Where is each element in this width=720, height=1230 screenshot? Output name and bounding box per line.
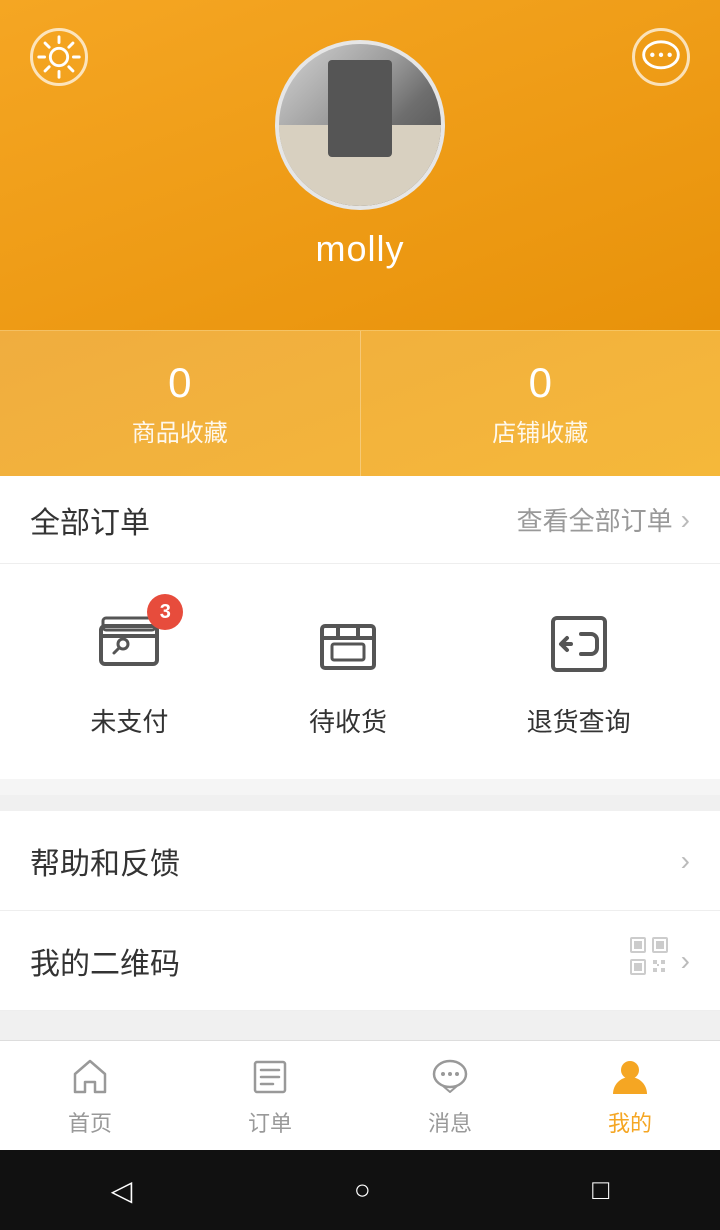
nav-messages-label: 消息 xyxy=(428,1106,472,1138)
nav-home[interactable]: 首页 xyxy=(0,1041,180,1150)
store-favorites-count: 0 xyxy=(529,359,552,407)
back-button[interactable]: ◁ xyxy=(111,1174,133,1207)
view-all-label: 查看全部订单 xyxy=(517,501,673,538)
pending-delivery-label: 待收货 xyxy=(309,702,387,739)
message-icon xyxy=(427,1054,473,1100)
return-query-item[interactable]: 退货查询 xyxy=(527,604,631,739)
recent-button[interactable]: □ xyxy=(592,1174,609,1206)
help-feedback-right: › xyxy=(681,845,690,877)
username: molly xyxy=(315,228,404,270)
settings-button[interactable] xyxy=(30,28,88,86)
help-feedback-item[interactable]: 帮助和反馈 › xyxy=(0,811,720,911)
box-icon-wrap xyxy=(308,604,388,684)
android-bar: ◁ ○ □ xyxy=(0,1150,720,1230)
nav-mine-label: 我的 xyxy=(608,1106,652,1138)
store-favorites-label: 店铺收藏 xyxy=(492,413,588,448)
home-icon xyxy=(67,1054,113,1100)
help-feedback-label: 帮助和反馈 xyxy=(30,839,180,883)
orders-header: 全部订单 查看全部订单 › xyxy=(0,476,720,564)
profile-section: molly xyxy=(0,0,720,330)
avatar[interactable] xyxy=(275,40,445,210)
goods-favorites-label: 商品收藏 xyxy=(132,413,228,448)
stats-section: 0 商品收藏 0 店铺收藏 xyxy=(0,330,720,476)
pending-delivery-item[interactable]: 待收货 xyxy=(308,604,388,739)
chevron-right-icon-qr: › xyxy=(681,945,690,977)
order-icons-row: 3 未支付 待收货 退货查询 xyxy=(0,564,720,779)
section-divider xyxy=(0,795,720,811)
my-qrcode-label: 我的二维码 xyxy=(30,939,180,983)
unpaid-order-item[interactable]: 3 未支付 xyxy=(89,604,169,739)
my-qrcode-right: › xyxy=(629,936,690,985)
wallet-icon-wrap: 3 xyxy=(89,604,169,684)
menu-section: 帮助和反馈 › 我的二维码 xyxy=(0,811,720,1011)
store-favorites[interactable]: 0 店铺收藏 xyxy=(360,331,720,476)
user-icon xyxy=(607,1054,653,1100)
orders-title: 全部订单 xyxy=(30,498,150,542)
nav-home-label: 首页 xyxy=(68,1106,112,1138)
my-qrcode-item[interactable]: 我的二维码 › xyxy=(0,911,720,1011)
chevron-right-icon: › xyxy=(681,845,690,877)
order-icon xyxy=(247,1054,293,1100)
return-icon-wrap xyxy=(539,604,619,684)
nav-orders-label: 订单 xyxy=(248,1106,292,1138)
return-query-label: 退货查询 xyxy=(527,702,631,739)
nav-mine[interactable]: 我的 xyxy=(540,1041,720,1150)
chat-button[interactable] xyxy=(632,28,690,86)
view-all-orders-button[interactable]: 查看全部订单 › xyxy=(517,501,690,538)
goods-favorites[interactable]: 0 商品收藏 xyxy=(0,331,360,476)
goods-favorites-count: 0 xyxy=(168,359,191,407)
nav-orders[interactable]: 订单 xyxy=(180,1041,360,1150)
nav-messages[interactable]: 消息 xyxy=(360,1041,540,1150)
unpaid-label: 未支付 xyxy=(90,702,168,739)
home-button[interactable]: ○ xyxy=(354,1174,371,1206)
qr-icon xyxy=(629,936,669,985)
bottom-nav: 首页 订单 消息 我的 xyxy=(0,1040,720,1150)
chevron-right-icon: › xyxy=(681,504,690,536)
unpaid-badge: 3 xyxy=(147,594,183,630)
